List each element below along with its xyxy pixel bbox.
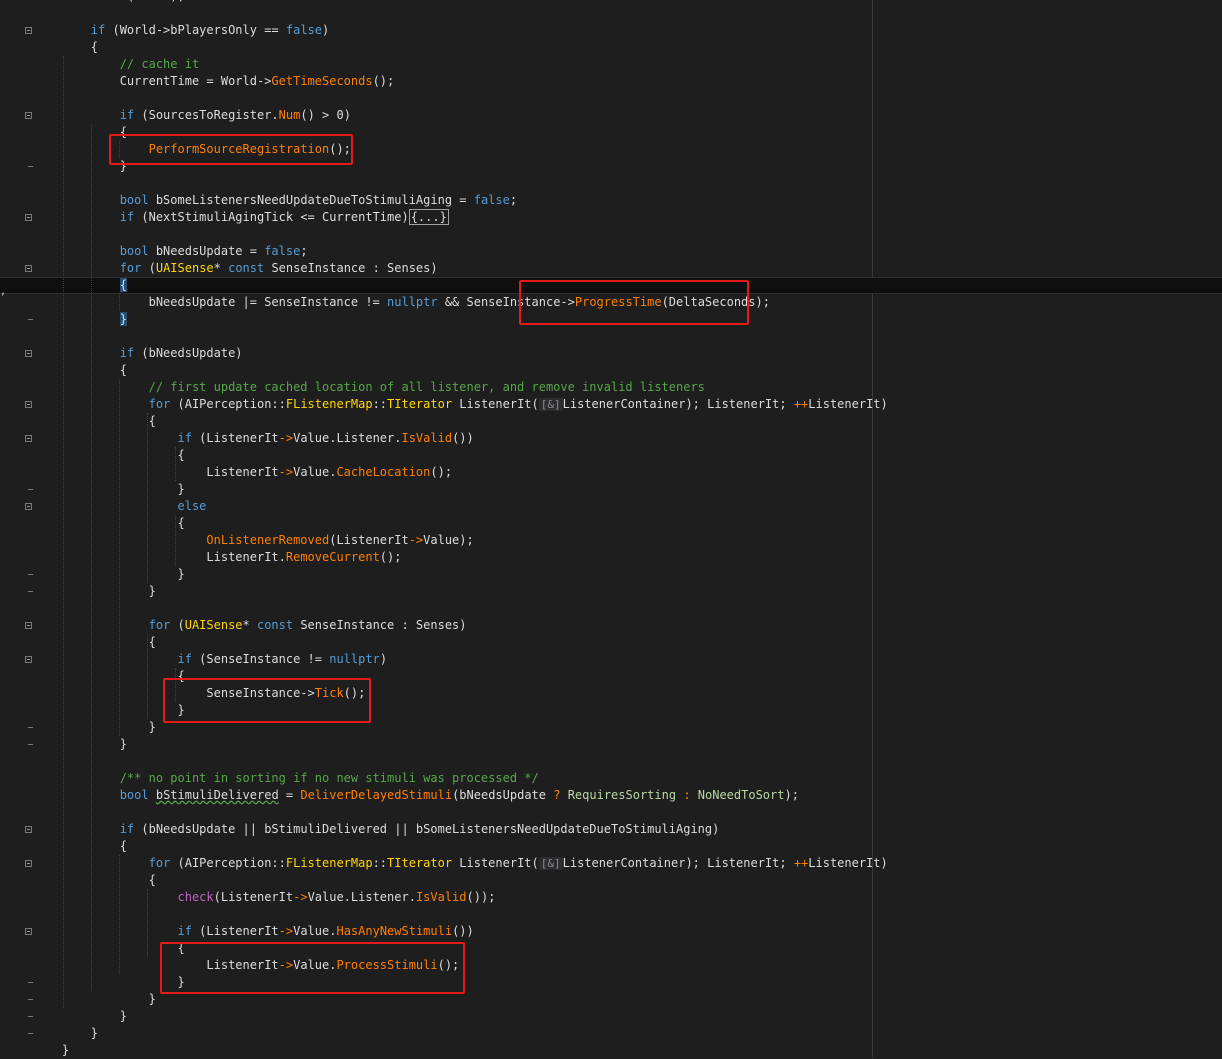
code-line[interactable]: { [33, 872, 156, 889]
code-line[interactable]: } [33, 1042, 69, 1059]
vertical-guide-line [872, 0, 873, 1058]
code-line[interactable]: for (AIPerception::FListenerMap::TIterat… [33, 855, 888, 872]
code-line[interactable]: { [33, 838, 127, 855]
code-line[interactable]: CurrentTime = World->GetTimeSeconds(); [33, 73, 395, 90]
code-line[interactable]: // first update cached location of all l… [33, 379, 705, 396]
code-line[interactable]: if (SenseInstance != nullptr) [33, 651, 388, 668]
fold-toggle-icon[interactable] [25, 27, 32, 34]
code-line[interactable]: else [33, 498, 207, 515]
code-line[interactable]: } [33, 1025, 98, 1042]
fold-toggle-icon[interactable] [25, 622, 32, 629]
code-line[interactable]: check(World); [33, 0, 185, 5]
fold-toggle-icon[interactable] [25, 435, 32, 442]
fold-toggle-icon[interactable] [25, 860, 32, 867]
code-line[interactable]: } [33, 736, 127, 753]
code-line[interactable]: { [33, 668, 184, 685]
fold-toggle-icon[interactable] [25, 826, 32, 833]
code-line[interactable]: for (UAISense* const SenseInstance : Sen… [33, 617, 467, 634]
code-line[interactable]: { [33, 39, 98, 56]
code-line[interactable]: if (bNeedsUpdate) [33, 345, 243, 362]
code-line[interactable]: { [33, 413, 156, 430]
fold-toggle-icon[interactable] [25, 265, 32, 272]
code-line[interactable]: if (NextStimuliAgingTick <= CurrentTime)… [33, 209, 449, 226]
fold-toggle-icon[interactable] [25, 656, 32, 663]
code-line[interactable]: for (AIPerception::FListenerMap::TIterat… [33, 396, 888, 413]
code-line[interactable]: ListenerIt->Value.CacheLocation(); [33, 464, 452, 481]
fold-toggle-icon[interactable] [25, 112, 32, 119]
highlight-box [109, 134, 353, 165]
code-line[interactable]: // cache it [33, 56, 199, 73]
highlight-box [519, 280, 749, 325]
code-line[interactable]: if (bNeedsUpdate || bStimuliDelivered ||… [33, 821, 720, 838]
fold-toggle-icon[interactable] [25, 928, 32, 935]
fold-toggle-icon[interactable] [25, 401, 32, 408]
highlight-box [160, 942, 465, 994]
code-line[interactable]: } [33, 481, 184, 498]
code-line[interactable]: OnListenerRemoved(ListenerIt->Value); [33, 532, 473, 549]
code-line[interactable]: } [33, 719, 156, 736]
code-line[interactable]: for (UAISense* const SenseInstance : Sen… [33, 260, 438, 277]
highlight-box [163, 678, 371, 723]
code-line[interactable]: if (ListenerIt->Value.HasAnyNewStimuli()… [33, 923, 474, 940]
code-line[interactable]: { [33, 634, 156, 651]
code-line[interactable]: } [33, 1008, 127, 1025]
fold-toggle-icon[interactable] [25, 350, 32, 357]
code-line[interactable]: { [33, 362, 127, 379]
code-line[interactable]: bool bSomeListenersNeedUpdateDueToStimul… [33, 192, 517, 209]
code-line[interactable]: } [33, 311, 127, 328]
fold-toggle-icon[interactable] [25, 214, 32, 221]
code-line[interactable]: } [33, 583, 156, 600]
code-line[interactable]: } [33, 566, 184, 583]
code-line[interactable]: { [33, 277, 127, 294]
code-line[interactable]: ListenerIt.RemoveCurrent(); [33, 549, 401, 566]
code-line[interactable]: if (World->bPlayersOnly == false) [33, 22, 329, 39]
code-line[interactable]: } [33, 702, 184, 719]
code-line[interactable]: { [33, 447, 184, 464]
code-line[interactable]: /** no point in sorting if no new stimul… [33, 770, 539, 787]
code-line[interactable]: if (SourcesToRegister.Num() > 0) [33, 107, 351, 124]
code-line[interactable]: } [33, 991, 156, 1008]
code-line[interactable]: if (ListenerIt->Value.Listener.IsValid()… [33, 430, 474, 447]
current-line-marker: , [0, 286, 7, 297]
code-line[interactable]: bool bStimuliDelivered = DeliverDelayedS… [33, 787, 799, 804]
code-line[interactable]: { [33, 515, 184, 532]
fold-toggle-icon[interactable] [25, 503, 32, 510]
code-line[interactable]: bool bNeedsUpdate = false; [33, 243, 308, 260]
code-editor[interactable]: , check(World); if (World->bPlayersOnly … [0, 0, 1222, 1058]
code-line[interactable]: check(ListenerIt->Value.Listener.IsValid… [33, 889, 496, 906]
